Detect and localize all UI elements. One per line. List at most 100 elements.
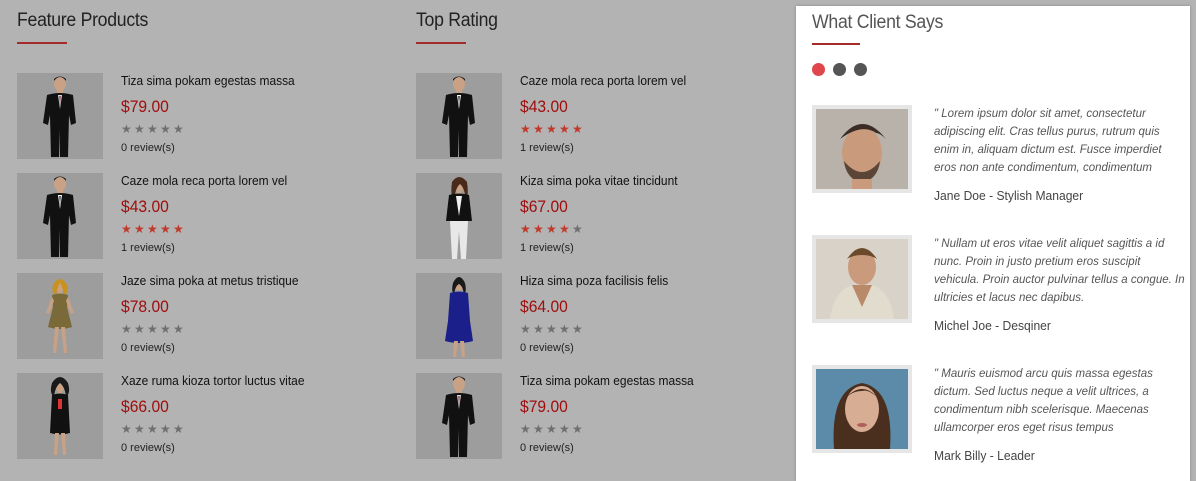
testimonials-panel: What Client Says " Lorem ipsum dolor sit… [796, 6, 1190, 481]
product-price: $67.00 [520, 197, 568, 216]
star-icon: ★ [160, 122, 171, 136]
title-underline [17, 42, 67, 44]
testimonial-item: " Nullam ut eros vitae velit aliquet sag… [812, 235, 1188, 345]
product-name-link[interactable]: Xaze ruma kioza tortor luctus vitae [121, 373, 304, 388]
product-price: $66.00 [121, 397, 169, 416]
star-icon: ★ [546, 122, 557, 136]
testimonial-item: " Mauris euismod arcu quis massa egestas… [812, 365, 1188, 475]
star-icon: ★ [134, 222, 145, 236]
product-name-link[interactable]: Tiza sima pokam egestas massa [520, 373, 694, 388]
star-icon: ★ [572, 322, 583, 336]
product-price: $43.00 [520, 97, 568, 116]
rating-stars: ★ ★ ★ ★ ★ [121, 223, 186, 235]
title-underline [416, 42, 466, 44]
product-card: Tiza sima pokam egestas massa $79.00 ★ ★ ★ ★ ★… [17, 73, 357, 159]
carousel-dot[interactable] [812, 63, 825, 76]
section-title: What Client Says [812, 12, 944, 33]
star-icon: ★ [173, 422, 184, 436]
testimonial-quote: " Lorem ipsum dolor sit amet, consectetu… [934, 108, 1162, 174]
rating-stars: ★ ★ ★ ★ ★ [520, 223, 585, 235]
star-icon: ★ [546, 322, 557, 336]
section-title: Top Rating [416, 10, 498, 31]
product-card: Caze mola reca porta lorem vel $43.00 ★ ★ ★ ★… [416, 73, 756, 159]
client-avatar [812, 365, 912, 453]
review-count: 0 review(s) [121, 442, 175, 454]
star-icon: ★ [160, 222, 171, 236]
testimonial-quote: " Nullam ut eros vitae velit aliquet sag… [934, 238, 1185, 304]
client-name: Mark Billy - Leader [934, 448, 1035, 463]
star-icon: ★ [147, 422, 158, 436]
star-icon: ★ [121, 422, 132, 436]
product-card: Hiza sima poza facilisis felis $64.00 ★ ★ ★ ★… [416, 273, 756, 359]
product-name-link[interactable]: Kiza sima poka vitae tincidunt [520, 173, 678, 188]
star-icon: ★ [134, 322, 145, 336]
product-card: Xaze ruma kioza tortor luctus vitae $66.0… [17, 373, 357, 459]
product-name-link[interactable]: Hiza sima poza facilisis felis [520, 273, 668, 288]
product-image[interactable] [416, 373, 502, 459]
star-icon: ★ [173, 122, 184, 136]
star-icon: ★ [121, 122, 132, 136]
rating-stars: ★ ★ ★ ★ ★ [520, 323, 585, 335]
star-icon: ★ [173, 322, 184, 336]
star-icon: ★ [160, 422, 171, 436]
product-card: Jaze sima poka at metus tristique $78.00 ★… [17, 273, 357, 359]
star-icon: ★ [572, 222, 583, 236]
client-name: Michel Joe - Desqiner [934, 318, 1051, 333]
product-price: $79.00 [121, 97, 169, 116]
title-underline [812, 43, 860, 45]
star-icon: ★ [121, 322, 132, 336]
carousel-dots [812, 63, 875, 77]
star-icon: ★ [147, 322, 158, 336]
star-icon: ★ [147, 222, 158, 236]
star-icon: ★ [520, 222, 531, 236]
star-icon: ★ [520, 322, 531, 336]
product-price: $64.00 [520, 297, 568, 316]
star-icon: ★ [134, 422, 145, 436]
client-name: Jane Doe - Stylish Manager [934, 188, 1084, 203]
product-image[interactable] [17, 373, 103, 459]
client-avatar [812, 105, 912, 193]
star-icon: ★ [520, 422, 531, 436]
star-icon: ★ [559, 122, 570, 136]
product-name-link[interactable]: Tiza sima pokam egestas massa [121, 73, 295, 88]
star-icon: ★ [173, 222, 184, 236]
star-icon: ★ [559, 222, 570, 236]
star-icon: ★ [147, 122, 158, 136]
carousel-dot[interactable] [854, 63, 867, 76]
star-icon: ★ [134, 122, 145, 136]
product-card: Tiza sima pokam egestas massa $79.00 ★ ★ ★ ★ ★… [416, 373, 756, 459]
review-count: 0 review(s) [520, 442, 574, 454]
product-price: $43.00 [121, 197, 169, 216]
product-image[interactable] [17, 173, 103, 259]
product-image[interactable] [416, 173, 502, 259]
rating-stars: ★ ★ ★ ★ ★ [121, 123, 186, 135]
product-image[interactable] [17, 73, 103, 159]
product-image[interactable] [416, 73, 502, 159]
section-title: Feature Products [17, 10, 149, 31]
star-icon: ★ [559, 322, 570, 336]
star-icon: ★ [533, 222, 544, 236]
product-price: $79.00 [520, 397, 568, 416]
product-card: Kiza sima poka vitae tincidunt $67.00 ★ ★ ★ ★… [416, 173, 756, 259]
product-card: Caze mola reca porta lorem vel $43.00 ★ ★ ★ ★… [17, 173, 357, 259]
product-image[interactable] [416, 273, 502, 359]
product-price: $78.00 [121, 297, 169, 316]
star-icon: ★ [121, 222, 132, 236]
rating-stars: ★ ★ ★ ★ ★ [121, 423, 186, 435]
review-count: 0 review(s) [121, 342, 175, 354]
carousel-dot[interactable] [833, 63, 846, 76]
star-icon: ★ [572, 422, 583, 436]
star-icon: ★ [572, 122, 583, 136]
product-name-link[interactable]: Jaze sima poka at metus tristique [121, 273, 298, 288]
rating-stars: ★ ★ ★ ★ ★ [520, 123, 585, 135]
star-icon: ★ [533, 322, 544, 336]
review-count: 1 review(s) [520, 242, 574, 254]
review-count: 1 review(s) [520, 142, 574, 154]
product-name-link[interactable]: Caze mola reca porta lorem vel [121, 173, 287, 188]
star-icon: ★ [546, 422, 557, 436]
product-name-link[interactable]: Caze mola reca porta lorem vel [520, 73, 686, 88]
star-icon: ★ [533, 422, 544, 436]
product-image[interactable] [17, 273, 103, 359]
rating-stars: ★ ★ ★ ★ ★ [121, 323, 186, 335]
star-icon: ★ [520, 122, 531, 136]
